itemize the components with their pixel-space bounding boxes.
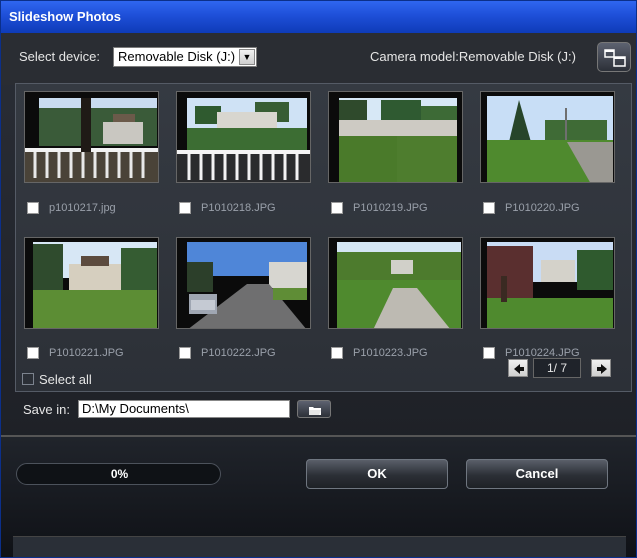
photo-checkbox[interactable] — [331, 347, 343, 359]
next-page-button[interactable] — [591, 359, 611, 377]
window-mode-button[interactable] — [597, 42, 631, 72]
select-device-label: Select device: — [19, 49, 100, 64]
photo-filename: P1010221.JPG — [49, 347, 124, 359]
photo-thumbnail[interactable] — [480, 237, 615, 329]
photo-thumbnail[interactable] — [176, 237, 311, 329]
photo-checkbox[interactable] — [483, 202, 495, 214]
photo-thumbnail[interactable] — [176, 91, 311, 183]
photo-checkbox[interactable] — [179, 347, 191, 359]
photo-image — [481, 92, 614, 182]
photo-filename: P1010219.JPG — [353, 202, 428, 214]
arrow-right-icon — [597, 364, 607, 374]
device-select[interactable]: Removable Disk (J:) ▼ — [113, 47, 257, 67]
save-in-label: Save in: — [23, 402, 70, 417]
page-indicator: 1/ 7 — [533, 358, 581, 378]
photo-image — [329, 238, 462, 328]
progress-text: 0% — [110, 467, 129, 481]
photo-thumbnail[interactable] — [24, 91, 159, 183]
select-all-checkbox[interactable] — [22, 373, 34, 385]
photo-filename: P1010222.JPG — [201, 347, 276, 359]
photo-thumbnail[interactable] — [328, 237, 463, 329]
device-select-value: Removable Disk (J:) — [118, 49, 236, 64]
photo-filename: P1010220.JPG — [505, 202, 580, 214]
window-title: Slideshow Photos — [9, 9, 121, 24]
photo-thumbnail[interactable] — [328, 91, 463, 183]
window-titlebar: Slideshow Photos — [1, 1, 636, 33]
status-area — [13, 536, 626, 557]
photo-thumbnail[interactable] — [24, 237, 159, 329]
photo-checkbox[interactable] — [27, 347, 39, 359]
photo-filename: P1010223.JPG — [353, 347, 428, 359]
photo-image — [177, 238, 310, 328]
save-path-input[interactable]: D:\My Documents\ — [78, 400, 290, 418]
photo-checkbox[interactable] — [27, 202, 39, 214]
chevron-down-icon[interactable]: ▼ — [239, 49, 255, 65]
browse-folder-button[interactable] — [297, 400, 331, 418]
photo-image — [25, 92, 158, 182]
photo-checkbox[interactable] — [483, 347, 495, 359]
window-mode-icon — [604, 49, 626, 67]
select-all-label: Select all — [39, 372, 92, 387]
photo-image — [481, 238, 614, 328]
ok-button[interactable]: OK — [306, 459, 448, 489]
camera-model-label: Camera model:Removable Disk (J:) — [370, 49, 576, 64]
folder-icon — [309, 407, 321, 415]
photo-image — [25, 238, 158, 328]
prev-page-button[interactable] — [508, 359, 528, 377]
progress-bar: 0% — [16, 463, 221, 485]
photo-image — [329, 92, 462, 182]
photo-checkbox[interactable] — [331, 202, 343, 214]
photo-filename: p1010217.jpg — [49, 202, 116, 214]
arrow-left-icon — [514, 364, 524, 374]
cancel-button[interactable]: Cancel — [466, 459, 608, 489]
photo-image — [177, 92, 310, 182]
photo-filename: P1010218.JPG — [201, 202, 276, 214]
photo-thumbnail[interactable] — [480, 91, 615, 183]
slideshow-photos-window: Slideshow Photos Select device: Removabl… — [0, 0, 637, 558]
photo-checkbox[interactable] — [179, 202, 191, 214]
